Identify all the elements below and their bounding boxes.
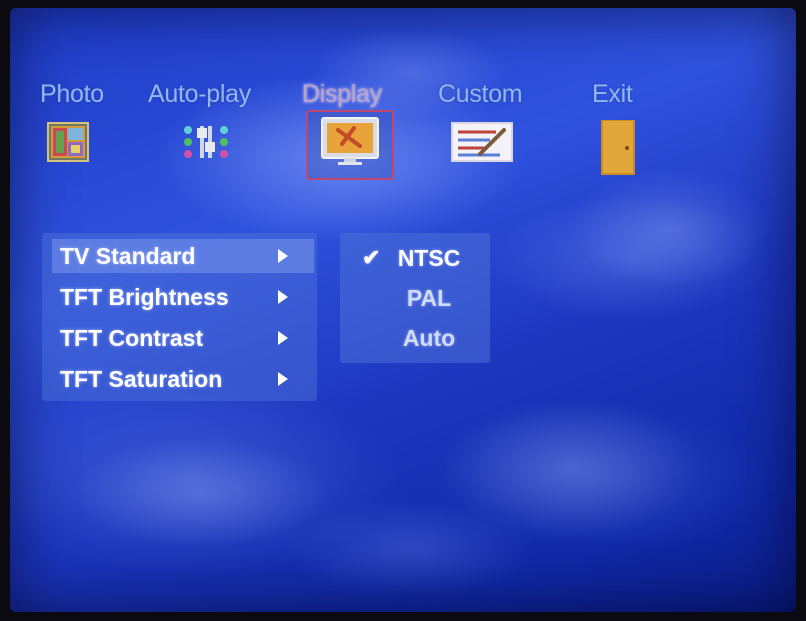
- menu-item-label: TFT Brightness: [60, 284, 229, 310]
- option-auto[interactable]: Auto: [340, 321, 490, 355]
- menu-label-exit[interactable]: Exit: [592, 80, 633, 109]
- auto-play-icon[interactable]: [180, 120, 232, 164]
- menu-item-tft-contrast[interactable]: TFT Contrast: [52, 321, 314, 355]
- option-pal[interactable]: PAL: [340, 281, 490, 315]
- display-icon[interactable]: [320, 116, 380, 165]
- menu-label-photo[interactable]: Photo: [40, 80, 104, 109]
- tv-screen: Photo Auto-play Display Custom Exit TV S…: [10, 8, 796, 612]
- display-settings-menu: TV Standard TFT Brightness TFT Contrast …: [42, 233, 317, 401]
- background-wisp: [440, 398, 700, 538]
- option-label: PAL: [406, 285, 452, 311]
- menu-item-tft-saturation[interactable]: TFT Saturation: [52, 362, 314, 396]
- checkmark-icon: ✔: [362, 245, 381, 270]
- menu-label-auto-play[interactable]: Auto-play: [148, 80, 251, 109]
- option-ntsc[interactable]: ✔ NTSC: [340, 241, 490, 275]
- menu-item-tv-standard[interactable]: TV Standard: [52, 239, 314, 273]
- background-wisp: [70, 438, 330, 548]
- exit-door-icon[interactable]: [600, 120, 636, 175]
- submenu-arrow-icon: [278, 372, 288, 386]
- tv-standard-submenu: ✔ NTSC PAL Auto: [340, 233, 490, 363]
- menu-label-display[interactable]: Display: [302, 80, 382, 109]
- option-label: NTSC: [397, 245, 461, 271]
- submenu-arrow-icon: [278, 290, 288, 304]
- background-wisp: [570, 168, 770, 288]
- menu-item-tft-brightness[interactable]: TFT Brightness: [52, 280, 314, 314]
- photo-icon[interactable]: [47, 120, 89, 164]
- menu-label-custom[interactable]: Custom: [438, 80, 523, 109]
- option-label: Auto: [402, 325, 456, 351]
- submenu-arrow-icon: [278, 249, 288, 263]
- menu-item-label: TV Standard: [60, 243, 196, 269]
- menu-item-label: TFT Contrast: [60, 325, 204, 351]
- custom-icon[interactable]: [450, 120, 514, 164]
- menu-item-label: TFT Saturation: [60, 366, 223, 392]
- submenu-arrow-icon: [278, 331, 288, 345]
